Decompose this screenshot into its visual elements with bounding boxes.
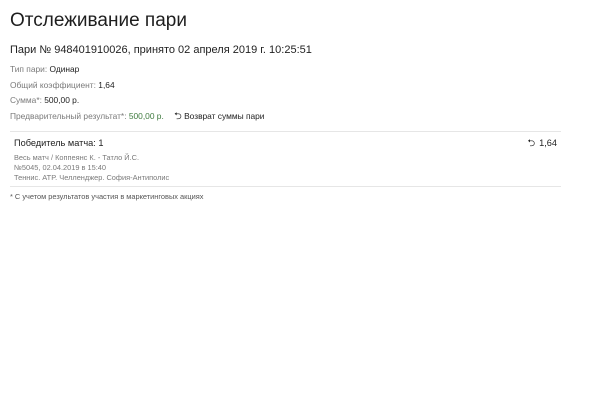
bet-type-value: Одинар bbox=[49, 64, 80, 74]
undo-arrow-icon: ⮌ bbox=[527, 138, 536, 149]
bet-tracking-page: Отслеживание пари Пари № 948401910026, п… bbox=[0, 0, 607, 400]
divider-bottom bbox=[10, 186, 561, 187]
refund-bet-link[interactable]: ⮌ Возврат суммы пари bbox=[174, 111, 265, 122]
event-match: Весь матч / Коппеянс К. - Татло Й.С. bbox=[14, 153, 140, 162]
bet-type-row: Тип пари: Одинар bbox=[10, 64, 79, 75]
total-coef-value: 1,64 bbox=[98, 80, 115, 90]
amount-row: Сумма*: 500,00 р. bbox=[10, 95, 79, 106]
amount-label: Сумма*: bbox=[10, 95, 42, 105]
footnote: * С учетом результатов участия в маркети… bbox=[10, 192, 204, 201]
refund-bet-label: Возврат суммы пари bbox=[184, 111, 265, 121]
bet-type-label: Тип пари: bbox=[10, 64, 48, 74]
total-coef-row: Общий коэффициент: 1,64 bbox=[10, 80, 115, 91]
prelim-result-value: 500,00 р. bbox=[128, 111, 164, 121]
bet-heading: Пари № 948401910026, принято 02 апреля 2… bbox=[10, 44, 312, 56]
prelim-result-row: Предварительный результат*: 500,00 р. ⮌ … bbox=[10, 111, 264, 122]
prelim-result-label: Предварительный результат*: bbox=[10, 111, 127, 121]
event-item: Победитель матча: 1 ⮌ 1,64 Весь матч / Ко… bbox=[10, 132, 561, 185]
event-odds-value: 1,64 bbox=[539, 138, 557, 148]
total-coef-label: Общий коэффициент: bbox=[10, 80, 96, 90]
event-number-date: №5045, 02.04.2019 в 15:40 bbox=[14, 163, 106, 172]
event-odds: ⮌ 1,64 bbox=[527, 137, 557, 150]
page-title: Отслеживание пари bbox=[10, 10, 187, 31]
amount-value: 500,00 р. bbox=[44, 95, 80, 105]
undo-arrow-icon: ⮌ bbox=[174, 111, 182, 122]
event-tournament: Теннис. ATP. Челленджер. София-Антиполис bbox=[14, 173, 170, 182]
event-outcome: Победитель матча: 1 bbox=[14, 138, 104, 148]
